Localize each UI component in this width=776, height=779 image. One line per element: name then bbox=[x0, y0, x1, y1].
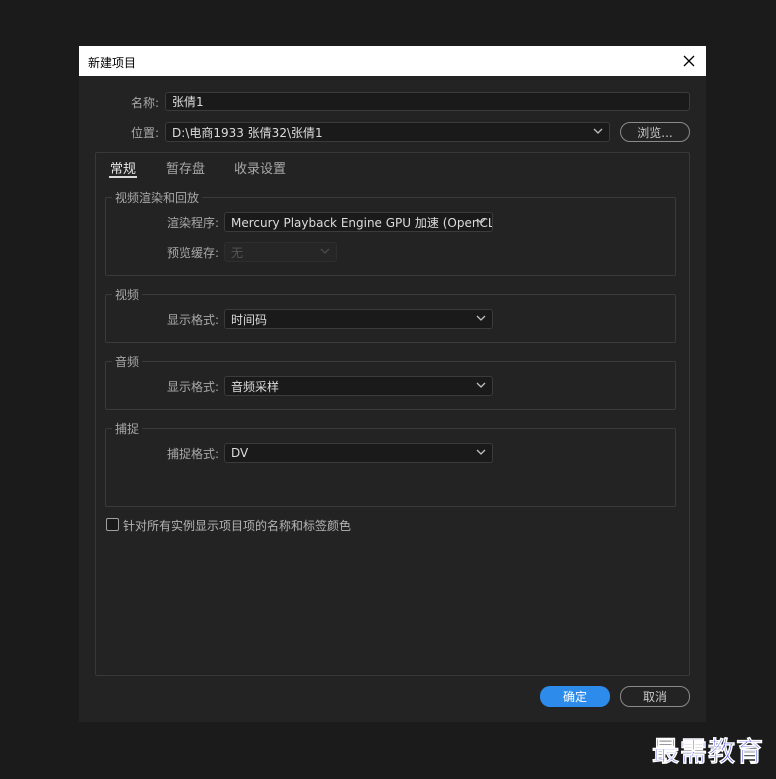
location-value: D:\电商1933 张倩32\张倩1 bbox=[172, 125, 323, 140]
video-group-title: 视频 bbox=[112, 286, 143, 303]
show-names-label-colors-checkbox[interactable] bbox=[106, 518, 119, 531]
tab-ingest-settings[interactable]: 收录设置 bbox=[234, 158, 286, 177]
renderer-label: 渲染程序: bbox=[166, 216, 219, 230]
watermark-logo: 最需教育 bbox=[652, 737, 764, 769]
capture-group bbox=[105, 428, 676, 507]
tab-general[interactable]: 常规 bbox=[110, 158, 136, 177]
audio-format-value: 音频采样 bbox=[231, 379, 280, 394]
close-icon bbox=[683, 55, 695, 67]
close-button[interactable] bbox=[678, 50, 700, 72]
name-input[interactable]: 张倩1 bbox=[165, 92, 690, 111]
renderer-value: Mercury Playback Engine GPU 加速 (OpenCL) bbox=[231, 215, 493, 230]
audio-format-select[interactable]: 音频采样 bbox=[224, 376, 493, 396]
chevron-down-icon bbox=[476, 218, 486, 224]
preview-cache-label: 预览缓存: bbox=[166, 246, 219, 260]
cancel-button[interactable]: 取消 bbox=[620, 686, 690, 707]
dialog-titlebar: 新建项目 bbox=[79, 46, 706, 76]
tab-active-underline bbox=[109, 176, 137, 178]
chevron-down-icon bbox=[476, 449, 486, 455]
video-render-group bbox=[105, 197, 676, 276]
renderer-select[interactable]: Mercury Playback Engine GPU 加速 (OpenCL) bbox=[224, 212, 493, 232]
name-label: 名称: bbox=[130, 96, 159, 110]
preview-cache-value: 无 bbox=[231, 245, 244, 260]
video-render-group-title: 视频渲染和回放 bbox=[112, 189, 203, 206]
capture-format-value: DV bbox=[231, 446, 249, 460]
capture-group-title: 捕捉 bbox=[112, 420, 143, 437]
dialog-title: 新建项目 bbox=[88, 56, 137, 70]
capture-format-select[interactable]: DV bbox=[224, 443, 493, 463]
location-label: 位置: bbox=[130, 126, 159, 140]
show-names-label-colors-text: 针对所有实例显示项目项的名称和标签颜色 bbox=[123, 519, 352, 533]
location-select[interactable]: D:\电商1933 张倩32\张倩1 bbox=[165, 122, 610, 142]
video-format-label: 显示格式: bbox=[166, 313, 219, 327]
tab-scratch-disks[interactable]: 暂存盘 bbox=[166, 158, 205, 177]
ok-button[interactable]: 确定 bbox=[540, 686, 610, 707]
preview-cache-select: 无 bbox=[224, 242, 337, 262]
audio-format-label: 显示格式: bbox=[166, 380, 219, 394]
capture-format-label: 捕捉格式: bbox=[166, 447, 219, 461]
new-project-dialog: 新建项目 名称: 张倩1 位置: D:\电商1933 张倩32\张倩1 浏览..… bbox=[79, 46, 706, 722]
browse-button[interactable]: 浏览... bbox=[620, 122, 690, 142]
chevron-down-icon bbox=[476, 382, 486, 388]
chevron-down-icon bbox=[593, 128, 603, 134]
chevron-down-icon bbox=[476, 315, 486, 321]
video-format-select[interactable]: 时间码 bbox=[224, 309, 493, 329]
audio-group-title: 音频 bbox=[112, 353, 143, 370]
name-input-value: 张倩1 bbox=[172, 95, 204, 109]
video-format-value: 时间码 bbox=[231, 312, 268, 327]
chevron-down-icon bbox=[320, 248, 330, 254]
